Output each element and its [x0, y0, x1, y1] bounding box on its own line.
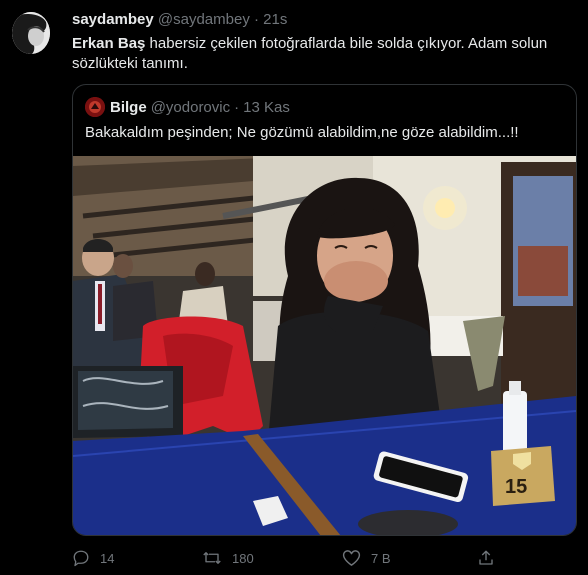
- retweet-icon: [203, 552, 221, 564]
- reply-button[interactable]: 14: [72, 544, 114, 572]
- tweet-actions: 14 180 7 B: [72, 544, 512, 572]
- share-button[interactable]: [477, 544, 505, 572]
- table-number-sign: 15: [505, 476, 528, 498]
- quoted-tweet[interactable]: Bilge @yodorovic · 13 Kas Bakakaldım peş…: [72, 84, 577, 536]
- author-handle[interactable]: @saydambey: [158, 11, 250, 28]
- tweet[interactable]: saydambey @saydambey · 21s Erkan Baş hab…: [0, 0, 588, 575]
- tweet-header: saydambey @saydambey · 21s: [72, 10, 580, 30]
- share-icon: [479, 550, 493, 565]
- like-button[interactable]: 7 B: [342, 544, 391, 572]
- retweet-button[interactable]: 180: [202, 544, 254, 572]
- header-separator: ·: [254, 11, 259, 28]
- quoted-tweet-header: Bilge @yodorovic · 13 Kas: [85, 97, 290, 117]
- quoted-author-handle: @yodorovic: [150, 98, 231, 116]
- tweet-text-bold: Erkan Baş: [72, 35, 146, 52]
- like-count: 7 B: [371, 550, 391, 566]
- author-avatar[interactable]: [12, 12, 50, 54]
- quoted-header-separator: ·: [234, 98, 240, 116]
- reply-count: 14: [100, 550, 115, 566]
- quoted-tweet-date: 13 Kas: [243, 98, 290, 116]
- tweet-time[interactable]: 21s: [263, 11, 287, 28]
- quoted-tweet-text: Bakakaldım peşinden; Ne gözümü alabildim…: [85, 124, 519, 141]
- like-icon: [342, 550, 361, 566]
- author-name[interactable]: saydambey: [72, 11, 154, 28]
- quoted-tweet-photo[interactable]: 15: [73, 156, 576, 535]
- quoted-author-avatar: [85, 97, 105, 117]
- reply-icon: [73, 550, 89, 567]
- retweet-count: 180: [232, 550, 254, 566]
- quoted-author-name: Bilge: [110, 98, 147, 116]
- tweet-text: Erkan Baş habersiz çekilen fotoğraflarda…: [72, 34, 562, 74]
